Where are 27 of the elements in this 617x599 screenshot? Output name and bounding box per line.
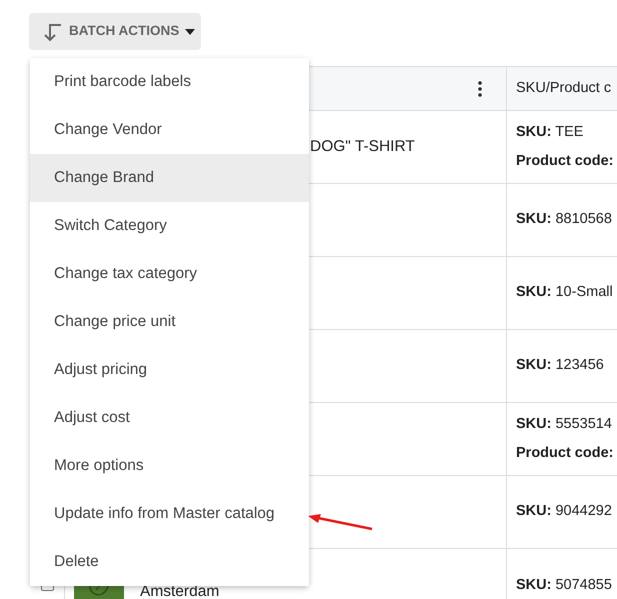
menu-item[interactable]: Change tax category [30, 250, 309, 298]
caret-icon [185, 28, 196, 34]
sku-text: SKU: 5553514 [516, 414, 613, 434]
sku-text: SKU: 8810568 [516, 210, 612, 230]
menu-item[interactable]: Change price unit [30, 298, 309, 346]
product-name: DOG" T-SHIRT [310, 137, 415, 158]
menu-item[interactable]: Update info from Master catalog [30, 490, 309, 538]
sku-text: SKU: 123456 [516, 356, 604, 376]
menu-item[interactable]: Change Vendor [30, 106, 309, 154]
product-name: Amsterdam [140, 586, 220, 598]
menu-item[interactable]: Adjust cost [30, 394, 309, 442]
menu-item[interactable]: Adjust pricing [30, 346, 309, 394]
sku-text: SKU: 5074855 [516, 576, 612, 595]
column-header[interactable]: SKU/Product c [507, 67, 612, 110]
sku-text: Product code: [516, 152, 614, 170]
menu-item[interactable]: Print barcode labels [30, 58, 309, 106]
more-vertical-icon[interactable] [478, 80, 482, 96]
menu-item[interactable]: Change Brand [30, 154, 309, 202]
annotation-arrow [308, 513, 374, 532]
sku-text: SKU: 10-Small [516, 283, 613, 302]
sku-text: SKU: TEE [516, 122, 584, 142]
menu-item[interactable]: More options [30, 442, 309, 490]
sku-text: SKU: 9044292 [516, 502, 612, 522]
batch-actions-button[interactable]: BATCH ACTIONS [29, 13, 201, 50]
menu-item[interactable]: Delete [30, 538, 309, 586]
sku-text: Product code: [516, 444, 614, 462]
menu-item[interactable]: Switch Category [30, 202, 309, 250]
